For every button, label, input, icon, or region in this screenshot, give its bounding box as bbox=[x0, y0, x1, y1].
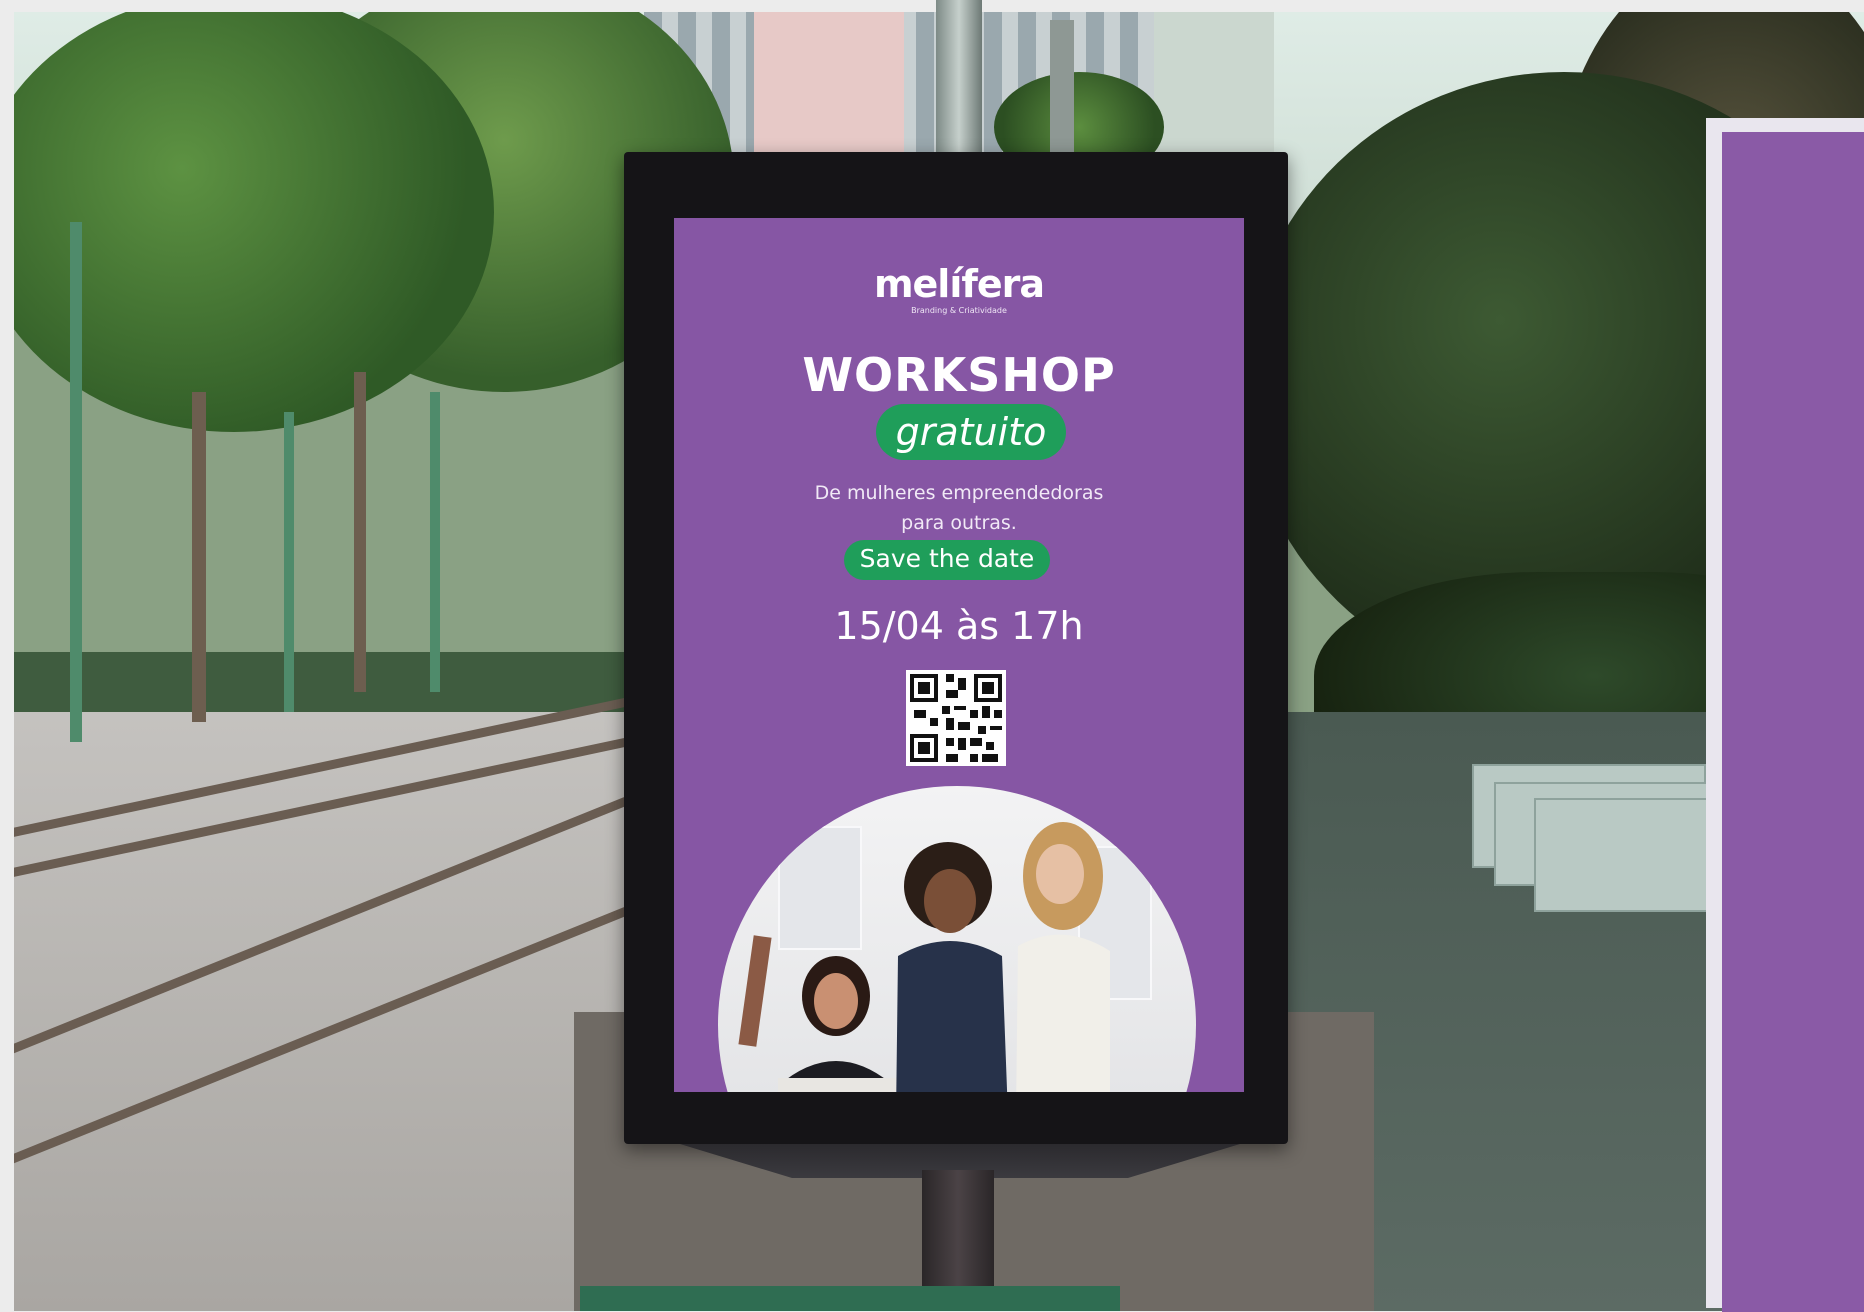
brand-logo-subtitle: Branding & Criatividade bbox=[911, 306, 1007, 315]
glass-building bbox=[1154, 12, 1274, 162]
gratuito-badge: gratuito bbox=[895, 410, 1047, 454]
bench bbox=[1534, 798, 1718, 912]
tree-trunk bbox=[354, 372, 366, 692]
tree-trunk bbox=[192, 392, 206, 722]
brand-logo: melífera bbox=[873, 262, 1045, 306]
poster-headline: WORKSHOP bbox=[802, 348, 1116, 402]
qr-code-icon bbox=[906, 670, 1006, 766]
women-group-illustration bbox=[738, 822, 1110, 1092]
adjacent-sign-poster bbox=[1722, 132, 1864, 1312]
lamp-pole bbox=[936, 0, 982, 170]
street-pole bbox=[70, 222, 82, 742]
workshop-poster: melífera Branding & Criatividade WORKSHO… bbox=[674, 218, 1244, 1092]
grass-strip bbox=[14, 652, 634, 712]
save-the-date-badge: Save the date bbox=[859, 544, 1035, 573]
women-photo-circle bbox=[718, 786, 1196, 1092]
event-date-time: 15/04 às 17h bbox=[834, 604, 1084, 648]
street-pole bbox=[284, 412, 294, 712]
tagline-line-2: para outras. bbox=[901, 512, 1017, 534]
grass-patch bbox=[580, 1286, 1120, 1311]
lamp-pole bbox=[1050, 20, 1074, 170]
tagline-line-1: De mulheres empreendedoras bbox=[814, 482, 1104, 504]
pink-building bbox=[754, 12, 904, 162]
street-pole bbox=[430, 392, 440, 692]
poster-tagline: De mulheres empreendedoras para outras. bbox=[674, 478, 1244, 538]
